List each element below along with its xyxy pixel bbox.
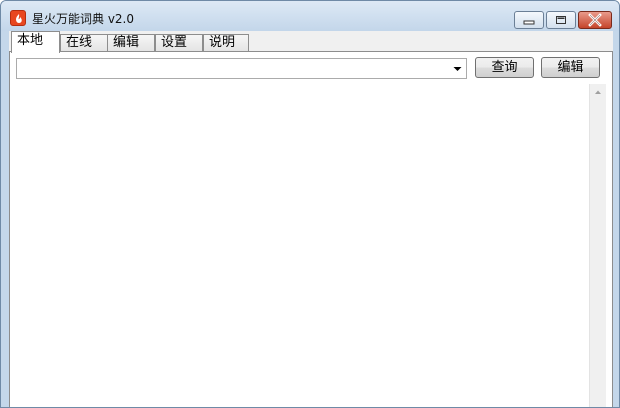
tab-edit[interactable]: 编辑 (107, 34, 155, 52)
minimize-button[interactable] (514, 11, 544, 29)
query-button[interactable]: 查询 (475, 57, 534, 78)
chevron-down-icon[interactable] (449, 59, 466, 78)
maximize-button[interactable] (546, 11, 576, 29)
tab-strip: 本地 在线 编辑 设置 说明 (9, 31, 613, 53)
tab-label: 本地 (17, 33, 44, 48)
result-text-area[interactable] (16, 84, 606, 407)
close-icon (588, 13, 602, 27)
tab-help[interactable]: 说明 (203, 34, 249, 52)
tab-local[interactable]: 本地 (11, 31, 60, 53)
tab-label: 在线 (66, 35, 93, 50)
vertical-scrollbar[interactable] (589, 84, 606, 407)
tab-settings[interactable]: 设置 (155, 34, 203, 52)
tab-label: 设置 (161, 35, 188, 50)
search-combobox[interactable] (16, 58, 467, 79)
tab-label: 编辑 (113, 35, 140, 50)
tab-label: 说明 (209, 35, 236, 50)
minimize-icon (523, 20, 535, 25)
title-bar[interactable]: 星火万能词典 v2.0 (1, 1, 619, 31)
client-area: 本地 在线 编辑 设置 说明 查询 编辑 (9, 31, 613, 407)
window-title: 星火万能词典 v2.0 (32, 12, 135, 26)
tab-panel-local: 查询 编辑 (9, 51, 613, 407)
app-window: 星火万能词典 v2.0 本地 在线 编辑 设置 说明 查询 编辑 (0, 0, 620, 408)
maximize-icon (556, 16, 566, 24)
tab-online[interactable]: 在线 (60, 34, 108, 52)
close-button[interactable] (578, 11, 612, 29)
scroll-up-icon[interactable] (590, 84, 606, 101)
edit-button[interactable]: 编辑 (541, 57, 600, 78)
flame-icon (10, 10, 26, 26)
